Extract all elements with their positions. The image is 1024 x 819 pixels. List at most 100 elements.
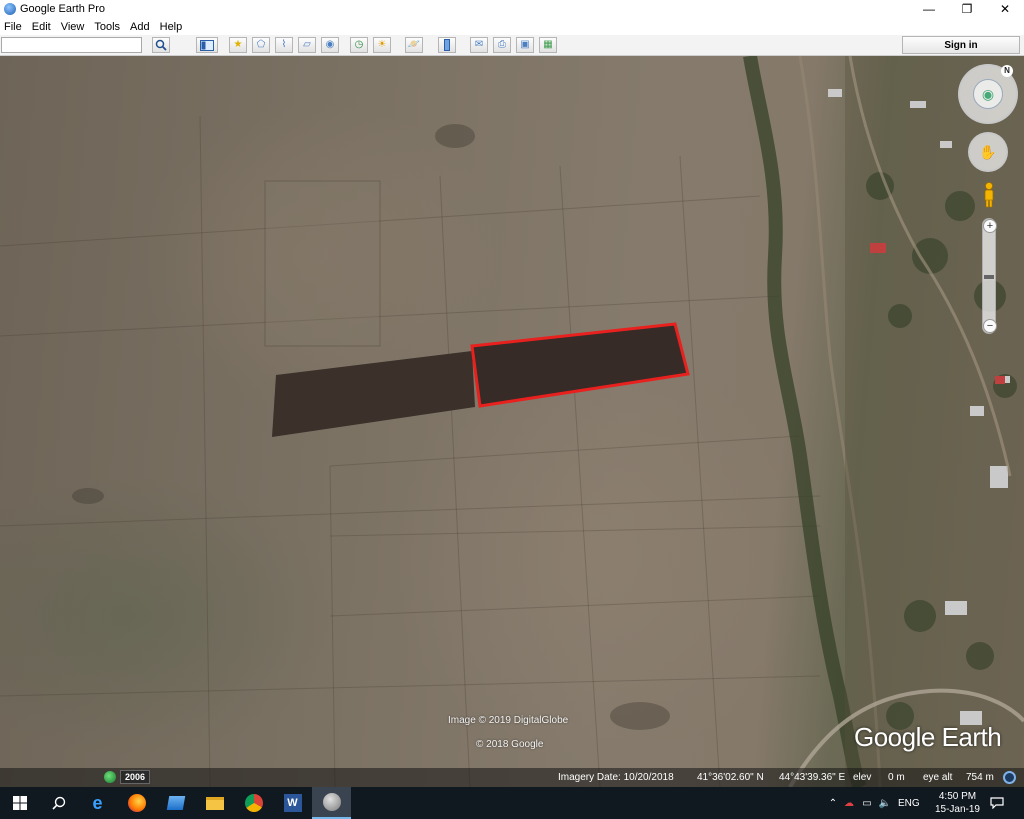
windows-taskbar: e W ⌃ ☁ ▭ 🔈 ENG 4:50 PM 15-Jan-19: [0, 787, 1024, 819]
folder-icon: [205, 796, 224, 810]
switch-planet-button[interactable]: 🪐: [405, 37, 423, 53]
taskbar-firefox[interactable]: [117, 787, 156, 819]
google-earth-app-icon: [4, 3, 16, 15]
imagery-attribution: Image © 2019 DigitalGlobe: [448, 715, 569, 726]
historical-imagery-button[interactable]: ◷: [350, 37, 368, 53]
action-center-button[interactable]: [982, 787, 1012, 819]
placemark-icon: ★: [233, 39, 243, 50]
eye-icon: ◉: [973, 79, 1003, 109]
word-icon: W: [283, 794, 302, 812]
close-button[interactable]: ✕: [986, 0, 1024, 18]
history-clock-icon: ◷: [354, 39, 364, 50]
taskbar-word[interactable]: W: [273, 787, 312, 819]
taskbar-search-button[interactable]: [39, 787, 78, 819]
satellite-imagery: [0, 56, 1024, 787]
add-path-button[interactable]: ⌇: [275, 37, 293, 53]
add-placemark-button[interactable]: ★: [229, 37, 247, 53]
network-icon[interactable]: ▭: [858, 798, 876, 809]
imagery-date: Imagery Date: 10/20/2018: [558, 772, 674, 783]
view-in-maps-button[interactable]: ▦: [539, 37, 557, 53]
sidebar-toggle-button[interactable]: [196, 37, 218, 53]
add-image-overlay-button[interactable]: ▱: [298, 37, 316, 53]
zoom-in-button[interactable]: +: [983, 219, 997, 233]
taskbar-edge[interactable]: e: [78, 787, 117, 819]
eye-altitude-label: eye alt: [923, 772, 953, 783]
polygon-icon: ⬠: [256, 39, 266, 50]
menu-tools[interactable]: Tools: [94, 21, 120, 33]
menu-add[interactable]: Add: [130, 21, 150, 33]
email-icon: ✉: [474, 39, 484, 50]
print-button[interactable]: ⎙: [493, 37, 511, 53]
magnifier-icon: [51, 796, 65, 810]
taskbar-chrome[interactable]: [234, 787, 273, 819]
zoom-slider[interactable]: + −: [982, 218, 997, 334]
elevation-value: 0 m: [888, 772, 905, 783]
zoom-thumb[interactable]: [984, 275, 994, 279]
windows-logo-icon: [12, 796, 27, 810]
record-tour-icon: ◉: [325, 39, 335, 50]
google-earth-logo: Google Earth: [854, 722, 1002, 752]
taskbar-file-explorer[interactable]: [195, 787, 234, 819]
pan-joystick[interactable]: ✋: [968, 132, 1008, 172]
historical-imagery-icon[interactable]: [104, 771, 116, 783]
longitude-readout: 44°43'39.36" E: [779, 772, 846, 783]
menu-edit[interactable]: Edit: [32, 21, 51, 33]
sunlight-button[interactable]: ☀: [373, 37, 391, 53]
planet-icon: 🪐: [407, 39, 421, 50]
maximize-button[interactable]: ❐: [948, 0, 986, 18]
toolbar: ★ ⬠ ⌇ ▱ ◉ ◷ ☀ 🪐 ✉ ⎙ ▣ ▦ Sign in: [0, 35, 1024, 56]
record-tour-button[interactable]: ◉: [321, 37, 339, 53]
zoom-out-button[interactable]: −: [983, 319, 997, 333]
add-polygon-button[interactable]: ⬠: [252, 37, 270, 53]
hand-icon: ✋: [979, 143, 997, 160]
copyright-attribution: © 2018 Google: [476, 739, 544, 750]
taskbar-google-earth[interactable]: [312, 787, 351, 819]
app-icon: [166, 796, 185, 810]
compass-north-label[interactable]: N: [1001, 65, 1013, 77]
search-icon: [155, 39, 167, 51]
window-controls: — ❐ ✕: [910, 0, 1024, 18]
notification-icon: [990, 797, 1004, 809]
title-bar: Google Earth Pro — ❐ ✕: [0, 0, 1024, 18]
email-button[interactable]: ✉: [470, 37, 488, 53]
firefox-icon: [127, 794, 146, 812]
google-earth-icon: [322, 793, 341, 811]
search-button[interactable]: [152, 37, 170, 53]
historical-year-badge[interactable]: 2006: [120, 770, 151, 784]
start-button[interactable]: [0, 787, 39, 819]
plowed-field-left: [272, 351, 475, 437]
elevation-label: elev: [853, 772, 872, 783]
taskbar-app[interactable]: [156, 787, 195, 819]
chrome-icon: [244, 794, 263, 812]
save-image-icon: ▣: [520, 39, 530, 50]
menu-help[interactable]: Help: [160, 21, 183, 33]
search-input[interactable]: [1, 37, 142, 53]
street-view-pegman-icon[interactable]: [983, 182, 995, 208]
ruler-icon: [444, 39, 450, 51]
maps-icon: ▦: [543, 39, 553, 50]
edge-icon: e: [92, 792, 103, 813]
ruler-button[interactable]: [438, 37, 456, 53]
sign-in-button[interactable]: Sign in: [902, 36, 1020, 54]
show-hidden-icons-icon[interactable]: ⌃: [826, 798, 840, 809]
minimize-button[interactable]: —: [910, 0, 948, 18]
menu-bar: File Edit View Tools Add Help: [0, 18, 1024, 35]
eye-altitude-value: 754 m: [966, 772, 994, 783]
map-view[interactable]: Image © 2019 DigitalGlobe © 2018 Google …: [0, 56, 1024, 787]
system-tray: ⌃ ☁ ▭ 🔈 ENG: [826, 787, 920, 819]
path-icon: ⌇: [281, 39, 287, 50]
language-indicator[interactable]: ENG: [898, 798, 920, 809]
latitude-readout: 41°36'02.60" N: [697, 772, 764, 783]
clock-date: 15-Jan-19: [934, 804, 980, 815]
volume-icon[interactable]: 🔈: [876, 798, 894, 809]
print-icon: ⎙: [498, 39, 506, 50]
menu-view[interactable]: View: [61, 21, 85, 33]
clock-time: 4:50 PM: [938, 791, 977, 802]
alert-icon[interactable]: ☁: [840, 798, 858, 809]
taskbar-clock[interactable]: 4:50 PM 15-Jan-19: [935, 790, 980, 816]
sun-icon: ☀: [377, 39, 387, 50]
save-image-button[interactable]: ▣: [516, 37, 534, 53]
window-title: Google Earth Pro: [20, 3, 105, 15]
menu-file[interactable]: File: [4, 21, 22, 33]
image-overlay-icon: ▱: [303, 39, 311, 50]
